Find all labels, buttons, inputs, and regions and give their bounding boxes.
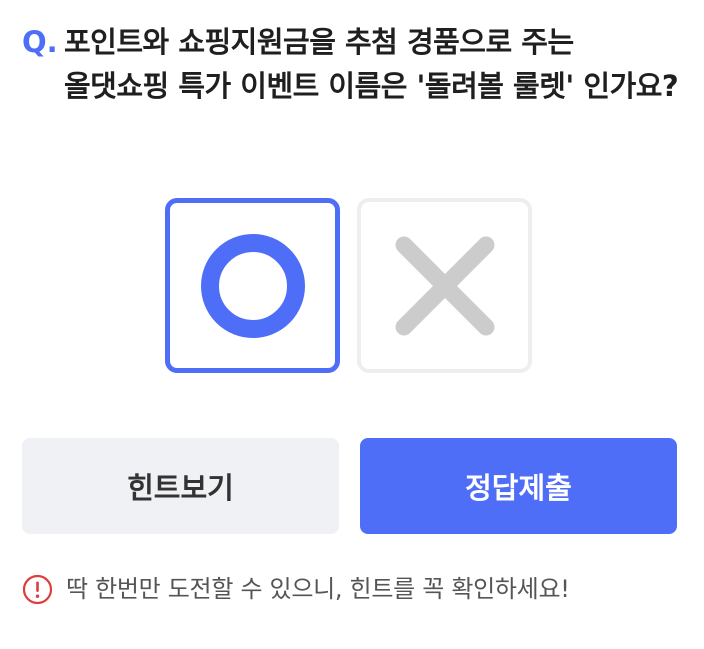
answer-x-button[interactable] <box>357 198 532 373</box>
submit-answer-button[interactable]: 정답제출 <box>360 438 677 534</box>
notice: 딱 한번만 도전할 수 있으니, 힌트를 꼭 확인하세요! <box>22 573 570 605</box>
x-mark-icon <box>395 236 494 335</box>
answer-o-button[interactable] <box>165 198 340 373</box>
action-buttons: 힌트보기 정답제출 <box>22 438 677 534</box>
notice-text: 딱 한번만 도전할 수 있으니, 힌트를 꼭 확인하세요! <box>66 575 570 603</box>
hint-button[interactable]: 힌트보기 <box>22 438 339 534</box>
circle-o-icon <box>200 233 305 338</box>
quiz-page: Q. 포인트와 쇼핑지원금을 추첨 경품으로 주는 올댓쇼핑 특가 이벤트 이름… <box>0 0 704 649</box>
answer-choices <box>165 198 532 373</box>
question-text: 포인트와 쇼핑지원금을 추첨 경품으로 주는 올댓쇼핑 특가 이벤트 이름은 '… <box>64 25 679 103</box>
question-prefix: Q. <box>22 25 58 59</box>
alert-circle-icon <box>22 574 53 605</box>
question: Q. 포인트와 쇼핑지원금을 추첨 경품으로 주는 올댓쇼핑 특가 이벤트 이름… <box>22 20 682 108</box>
